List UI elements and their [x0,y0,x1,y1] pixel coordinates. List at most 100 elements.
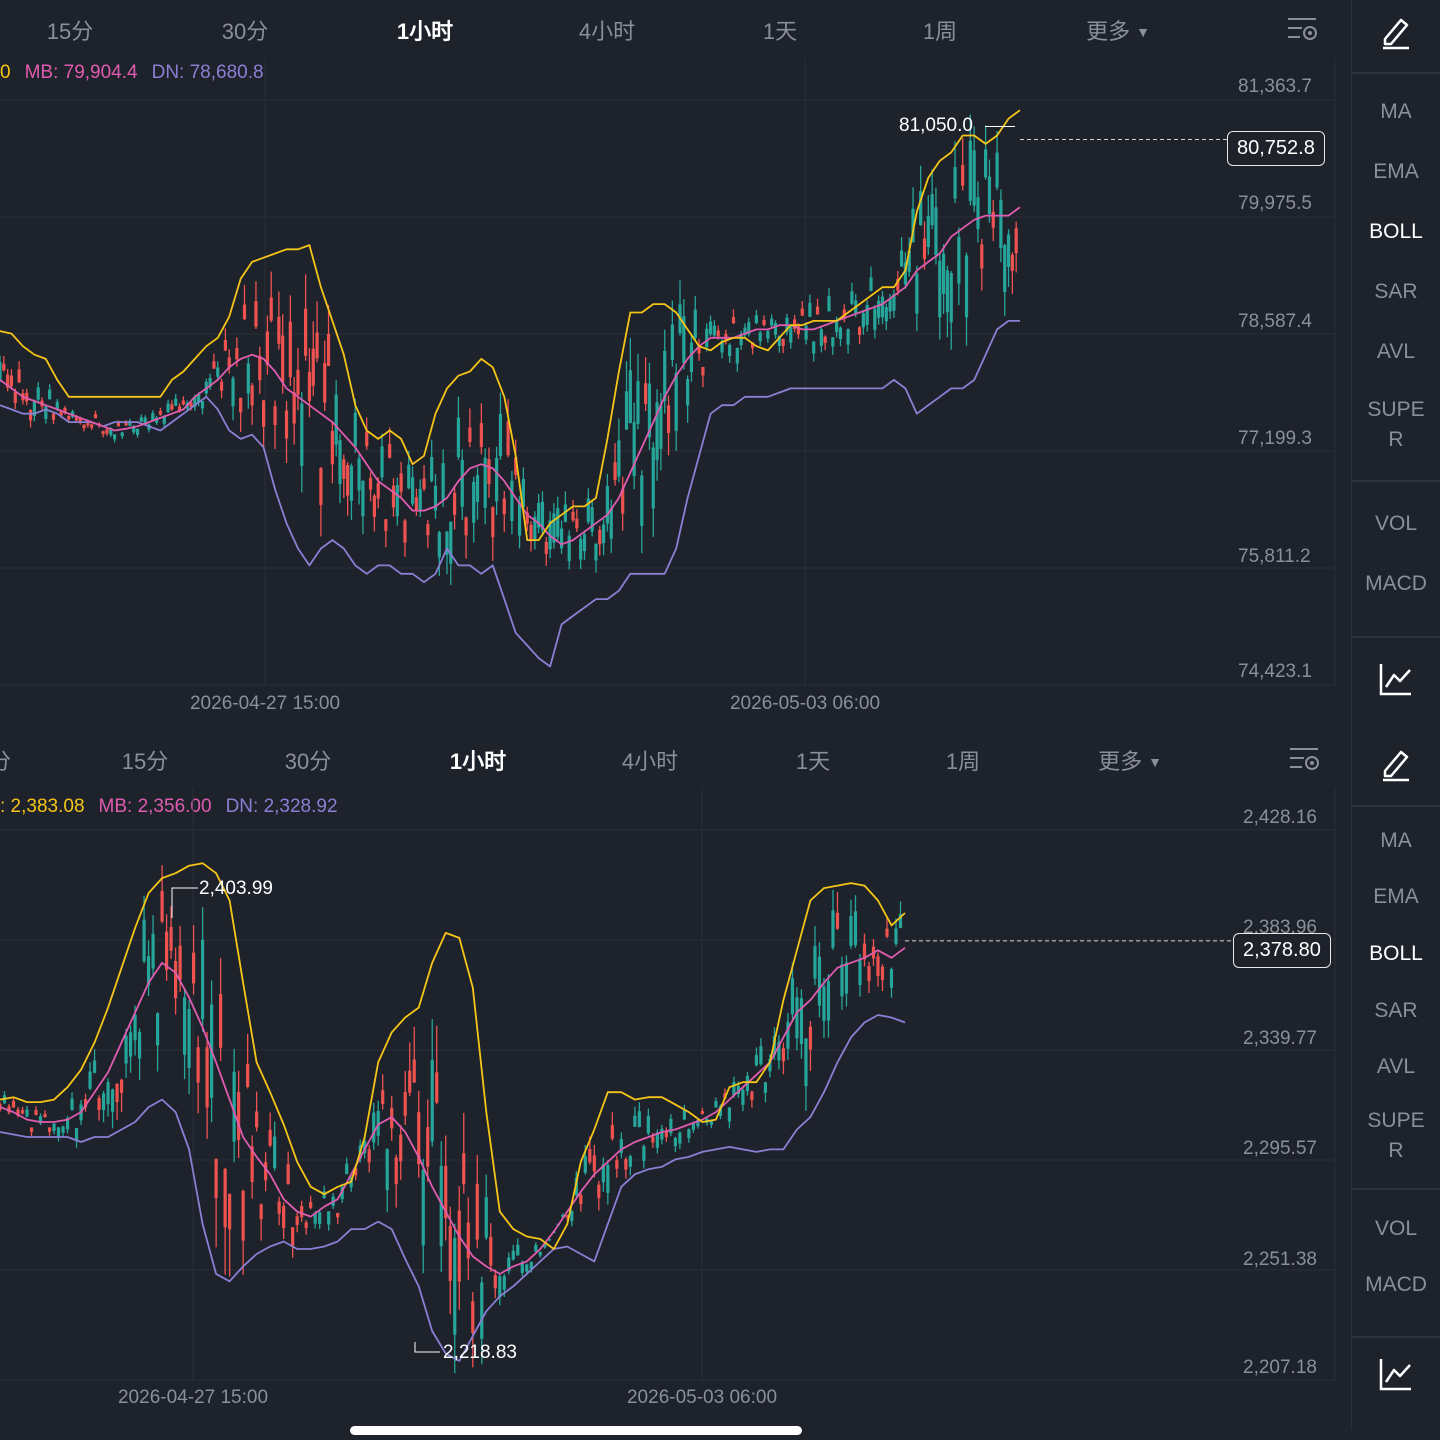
indicator-macd[interactable]: MACD [1352,1270,1440,1300]
indicator-ema[interactable]: EMA [1352,157,1440,187]
candle-body [840,964,844,997]
candle-body [403,520,407,543]
indicator-macd[interactable]: MACD [1352,569,1440,599]
candle-body [529,524,533,542]
candle-body [265,331,270,366]
indicator-sar[interactable]: SAR [1352,277,1440,307]
candle-body [976,197,980,230]
y-tick-label: 78,587.4 [1238,311,1312,332]
candle-body [422,478,426,490]
indicator-ma[interactable]: MA [1352,97,1440,127]
candle-body [430,456,434,482]
candle-body [880,296,885,318]
candle-body [120,432,124,437]
candle-body [502,498,506,515]
indicator-boll[interactable]: BOLL [1352,217,1440,247]
candle-body [613,462,617,480]
indicator-avl[interactable]: AVL [1352,337,1440,367]
low-annotation-leader [414,1342,440,1353]
y-tick-label: 2,207.18 [1243,1357,1317,1378]
candle-body [277,316,281,344]
candle-body [323,363,327,403]
indicator-super[interactable]: SUPE R [1352,395,1440,455]
candle-body [808,302,812,317]
candle-body [867,966,871,982]
candle-body [336,1212,340,1218]
candle-body [205,1047,209,1108]
pencil-draw-icon[interactable] [1377,12,1415,50]
candle-body [502,1276,506,1290]
candle-body [174,398,178,406]
candle-body [135,428,140,435]
indicator-sar[interactable]: SAR [1352,996,1440,1026]
candle-body [418,489,422,512]
candle-body [169,927,173,951]
candle-body [128,1032,133,1057]
candle-body [934,207,938,256]
candle-body [659,405,663,449]
candle-body [250,385,254,406]
boll-up-line [0,862,906,1250]
candle-body [770,318,774,326]
candle-body [831,910,835,948]
indicator-super[interactable]: SUPE R [1352,1106,1440,1166]
candle-body [817,956,822,1006]
candle-body [273,1136,277,1169]
candle-body [311,348,315,386]
y-tick-label: 2,295.57 [1243,1138,1317,1159]
candle-body [660,1128,664,1140]
indicator-sidebar: MA EMA BOLL SAR AVL SUPE R VOL MACD [1351,0,1440,730]
indicator-ema[interactable]: EMA [1352,882,1440,912]
candle-body [691,1123,695,1130]
candle-body [865,305,869,325]
candle-body [327,1211,331,1225]
candle-body [813,945,817,979]
home-indicator[interactable] [350,1426,802,1435]
candle-body [579,1194,583,1205]
candle-body [633,1115,637,1127]
candle-body [487,459,491,485]
high-annotation: 81,050.0 [899,115,973,136]
candle-body [330,430,334,465]
x-tick-label: 2026-05-03 06:00 [626,1387,778,1408]
candle-body [178,945,182,980]
candlestick-chart-bottom[interactable] [0,730,1352,1430]
candle-body [295,1216,299,1225]
candle-body [239,397,243,413]
pencil-draw-icon[interactable] [1377,744,1415,782]
indicator-vol[interactable]: VOL [1352,509,1440,539]
candle-body [646,1115,650,1134]
candle-body [941,253,946,294]
indicator-ma[interactable]: MA [1352,826,1440,856]
candlestick-chart-top[interactable] [0,0,1352,730]
candle-body [651,447,655,509]
candle-body [930,193,934,226]
candle-body [421,1169,425,1246]
candle-body [246,363,250,394]
candle-body [292,392,296,424]
candle-body [615,1160,619,1169]
candle-body [475,475,480,502]
candle-body [567,535,571,562]
indicator-avl[interactable]: AVL [1352,1052,1440,1082]
chart-type-icon[interactable] [1377,1355,1415,1393]
chart-type-icon[interactable] [1377,660,1415,698]
candle-body [173,961,178,999]
candle-body [192,952,196,984]
indicator-vol[interactable]: VOL [1352,1214,1440,1244]
candle-body [984,149,988,178]
candle-body [106,1082,110,1105]
candle-body [259,1204,263,1220]
candle-body [466,1222,470,1259]
indicator-boll[interactable]: BOLL [1352,939,1440,969]
candle-body [457,1210,461,1282]
candle-body [92,1060,97,1073]
y-tick-label: 81,363.7 [1238,76,1312,97]
candle-body [315,332,319,359]
candle-body [922,238,927,260]
y-tick-label: 79,975.5 [1238,193,1312,214]
candle-body [242,304,247,320]
candle-body [571,511,575,521]
last-price-label: 80,752.8 [1227,131,1325,166]
candle-body [628,1156,632,1167]
